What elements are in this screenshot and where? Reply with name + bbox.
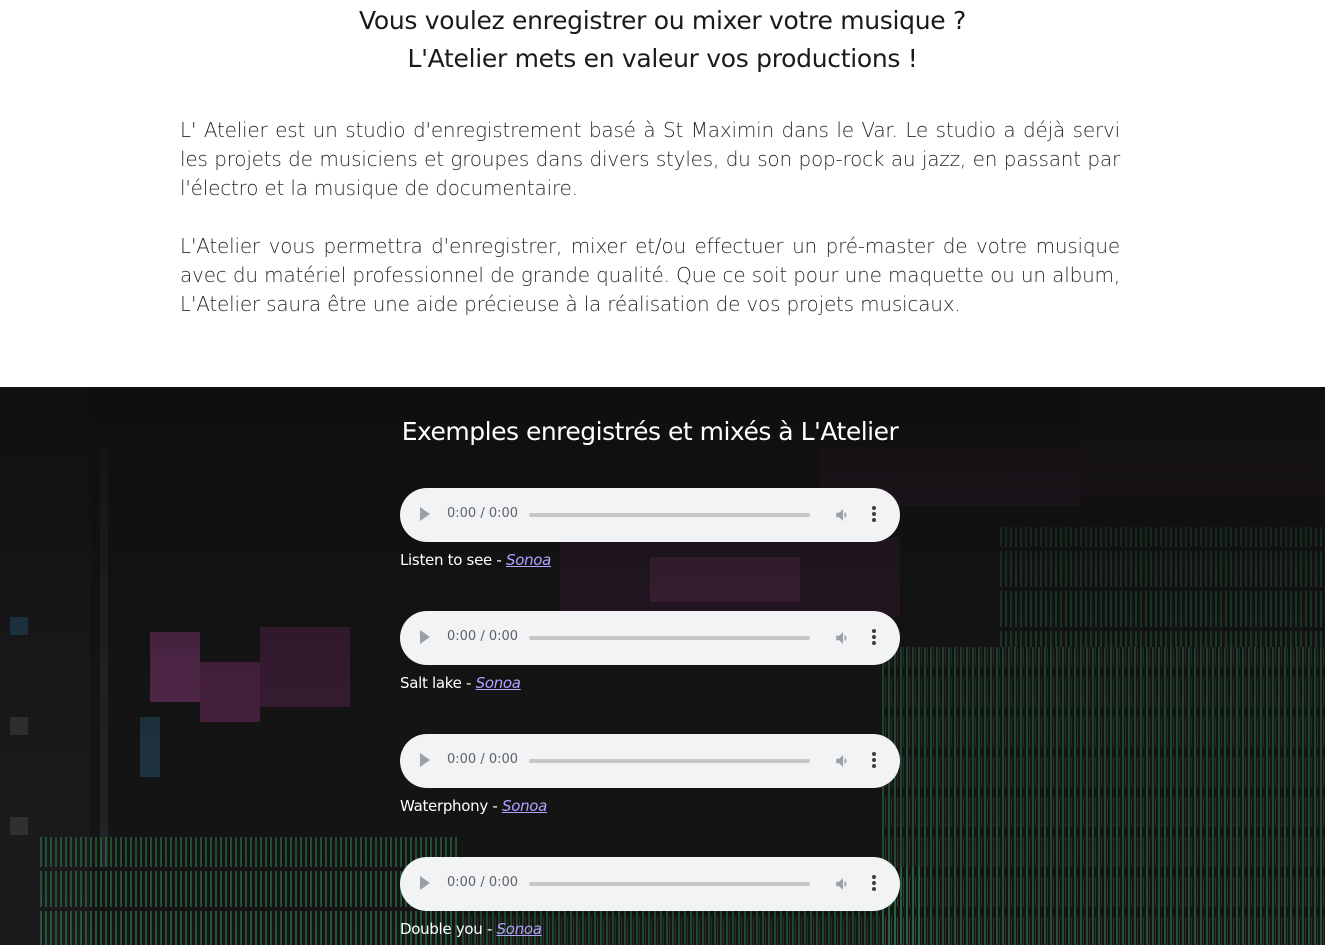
intro-paragraph-1: L' Atelier est un studio d'enregistremen… — [180, 118, 1120, 200]
seek-bar[interactable] — [529, 513, 810, 517]
artist-link[interactable]: Sonoa — [476, 674, 521, 692]
track-item: 0:00 / 0:00 Listen to see - Sonoa — [400, 488, 900, 569]
volume-icon[interactable] — [834, 629, 852, 647]
volume-icon[interactable] — [834, 875, 852, 893]
track-title: Salt lake - — [400, 674, 476, 692]
artist-link[interactable]: Sonoa — [506, 551, 551, 569]
intro-section: Vous voulez enregistrer ou mixer votre m… — [0, 0, 1325, 387]
headline-line-1: Vous voulez enregistrer ou mixer votre m… — [359, 6, 966, 35]
track-item: 0:00 / 0:00 Waterphony - Sonoa — [400, 734, 900, 815]
seek-bar[interactable] — [529, 759, 810, 763]
play-icon[interactable] — [420, 876, 430, 890]
more-vertical-icon[interactable] — [864, 873, 884, 895]
intro-paragraph-2: L'Atelier vous permettra d'enregistrer, … — [180, 234, 1120, 316]
play-icon[interactable] — [420, 630, 430, 644]
seek-bar[interactable] — [529, 636, 810, 640]
seek-bar[interactable] — [529, 882, 810, 886]
play-icon[interactable] — [420, 753, 430, 767]
track-title: Double you - — [400, 920, 497, 938]
audio-player[interactable]: 0:00 / 0:00 — [400, 857, 900, 911]
audio-player[interactable]: 0:00 / 0:00 — [400, 734, 900, 788]
time-display: 0:00 / 0:00 — [447, 875, 519, 890]
more-vertical-icon[interactable] — [864, 504, 884, 526]
more-vertical-icon[interactable] — [864, 627, 884, 649]
audio-player[interactable]: 0:00 / 0:00 — [400, 611, 900, 665]
headline-line-2: L'Atelier mets en valeur vos productions… — [407, 44, 918, 73]
volume-icon[interactable] — [834, 506, 852, 524]
artist-link[interactable]: Sonoa — [502, 797, 547, 815]
audio-player[interactable]: 0:00 / 0:00 — [400, 488, 900, 542]
track-caption: Waterphony - Sonoa — [400, 797, 900, 815]
examples-title: Exemples enregistrés et mixés à L'Atelie… — [401, 417, 899, 446]
time-display: 0:00 / 0:00 — [447, 752, 519, 767]
volume-icon[interactable] — [834, 752, 852, 770]
more-vertical-icon[interactable] — [864, 750, 884, 772]
artist-link[interactable]: Sonoa — [497, 920, 542, 938]
time-display: 0:00 / 0:00 — [447, 506, 519, 521]
track-caption: Double you - Sonoa — [400, 920, 900, 938]
examples-section: Exemples enregistrés et mixés à L'Atelie… — [0, 387, 1325, 945]
track-title: Listen to see - — [400, 551, 506, 569]
time-display: 0:00 / 0:00 — [447, 629, 519, 644]
track-caption: Listen to see - Sonoa — [400, 551, 900, 569]
track-caption: Salt lake - Sonoa — [400, 674, 900, 692]
track-item: 0:00 / 0:00 Salt lake - Sonoa — [400, 611, 900, 692]
track-item: 0:00 / 0:00 Double you - Sonoa — [400, 857, 900, 938]
track-title: Waterphony - — [400, 797, 502, 815]
play-icon[interactable] — [420, 507, 430, 521]
